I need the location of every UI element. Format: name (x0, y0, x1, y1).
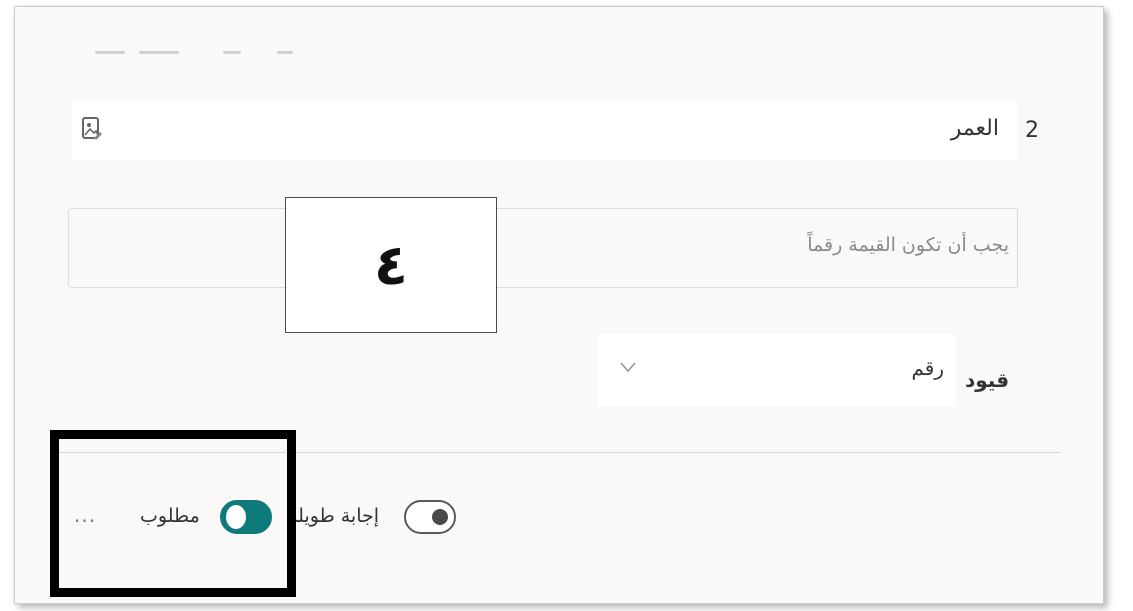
toggle-knob (432, 509, 448, 525)
long-answer-toggle[interactable] (404, 500, 456, 534)
callout-number: ٤ (373, 232, 409, 298)
chevron-down-icon (620, 362, 636, 373)
image-icon[interactable] (80, 116, 104, 144)
question-number: 2 (1025, 118, 1039, 143)
highlight-box (50, 430, 296, 597)
callout-box: ٤ (285, 197, 497, 333)
question-title-field[interactable]: العمر (72, 100, 1017, 160)
restrictions-dropdown[interactable]: رقم (598, 334, 956, 406)
hint-field[interactable]: يجب أن تكون القيمة رقماً (68, 208, 1018, 288)
long-answer-label: إجابة طويلة (288, 505, 380, 527)
restrictions-selected-value: رقم (911, 356, 944, 380)
question-title-text: العمر (950, 116, 999, 141)
restrictions-label: قيود (965, 368, 1010, 392)
top-cropped-text (95, 51, 295, 57)
hint-text: يجب أن تكون القيمة رقماً (807, 234, 1009, 256)
